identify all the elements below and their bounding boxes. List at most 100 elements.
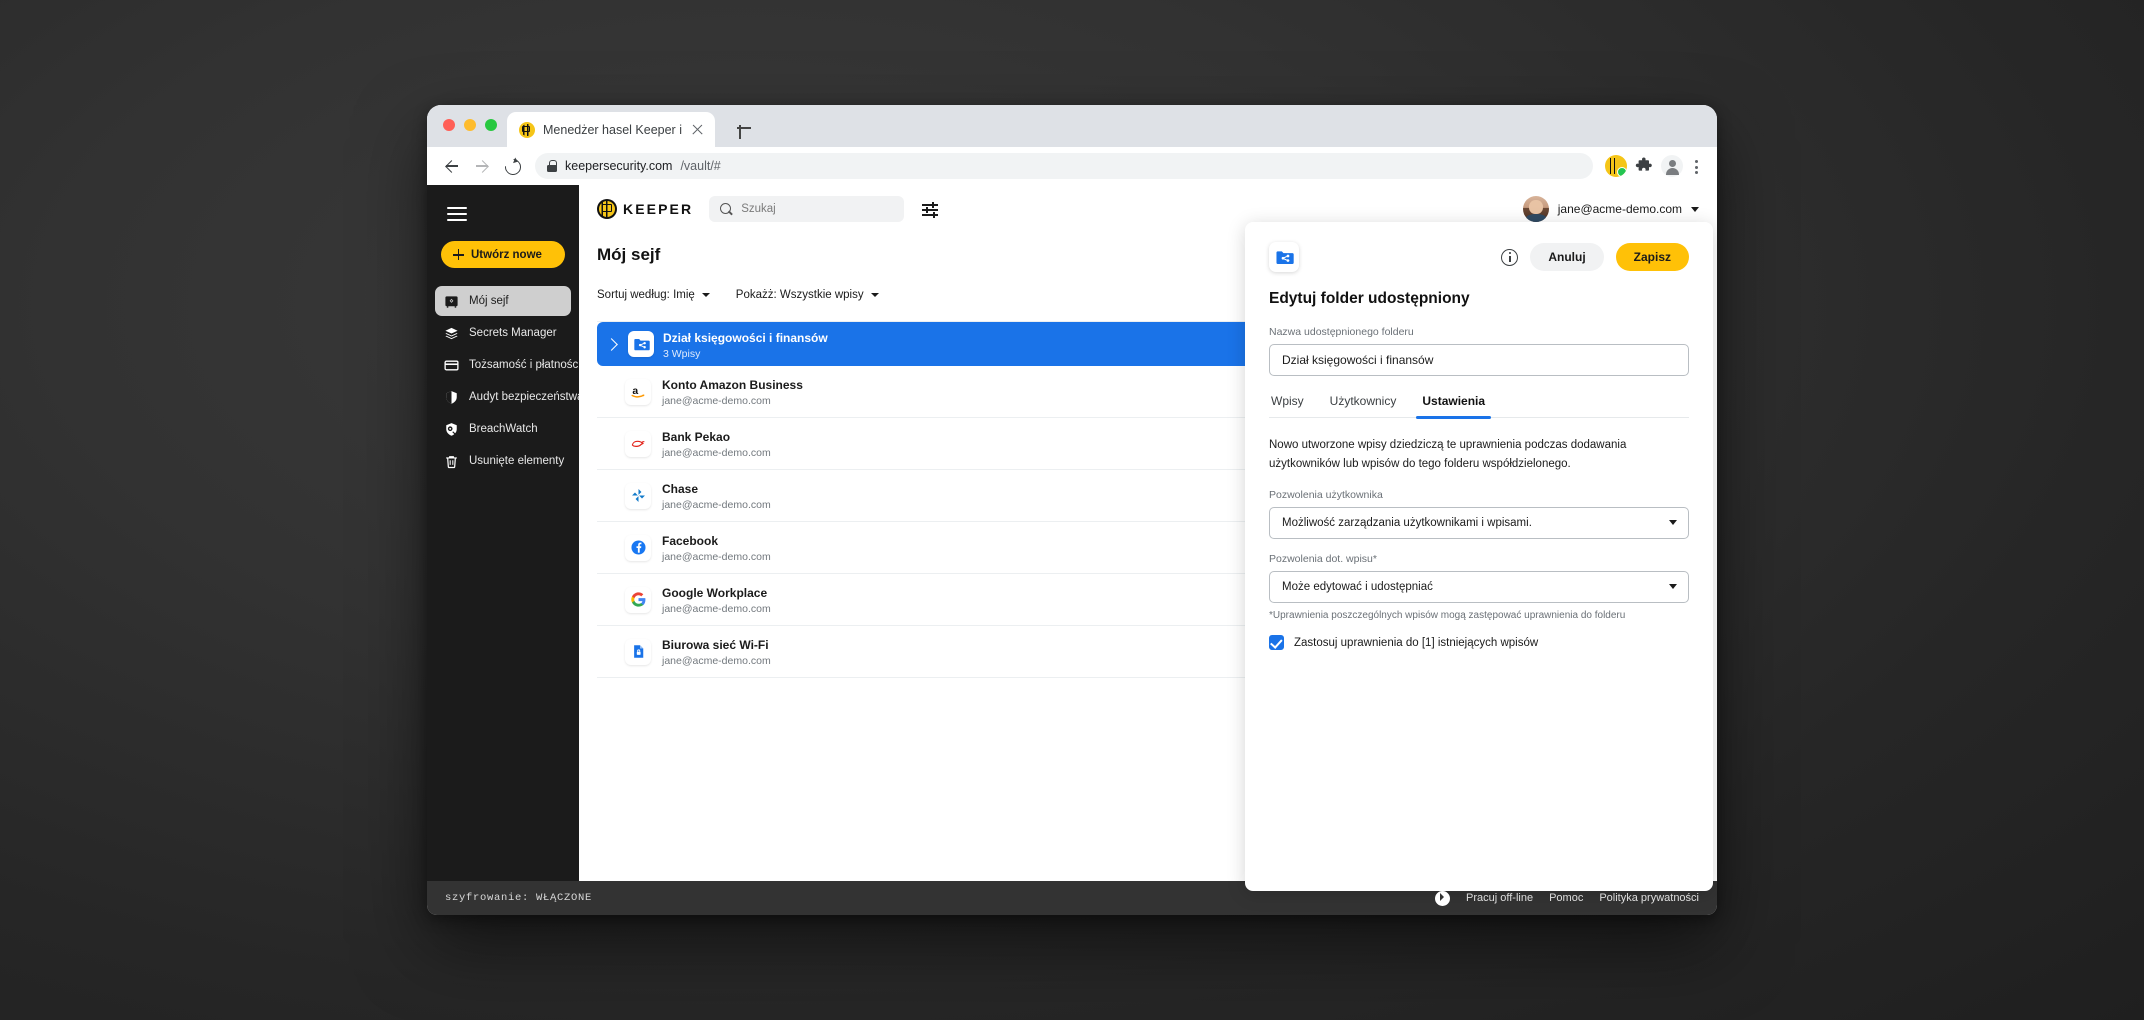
info-icon[interactable]	[1501, 248, 1519, 266]
sidebar-item-label: Tożsamość i płatności	[469, 359, 581, 371]
keeper-app: Utwórz nowe Mój sejf Secrets Manager Toż…	[427, 185, 1717, 891]
google-icon	[625, 586, 651, 613]
menu-toggle-icon[interactable]	[447, 207, 467, 221]
card-icon	[444, 358, 459, 373]
encryption-status: szyfrowanie: WŁĄCZONE	[445, 892, 593, 904]
avatar	[1522, 196, 1549, 222]
edit-shared-folder-panel: Anuluj Zapisz Edytuj folder udostępniony…	[1245, 222, 1713, 891]
save-button[interactable]: Zapisz	[1615, 243, 1689, 271]
cancel-button[interactable]: Anuluj	[1530, 243, 1604, 271]
sort-by-dropdown[interactable]: Sortuj według: Imię	[597, 289, 710, 301]
sort-by-label: Sortuj według: Imię	[597, 289, 695, 301]
reload-button[interactable]	[499, 153, 525, 179]
facebook-icon	[625, 534, 651, 561]
keeper-extension-icon[interactable]	[1605, 155, 1627, 177]
browser-tab[interactable]: Menedżer hasel Keeper i	[507, 112, 715, 147]
panel-title: Edytuj folder udostępniony	[1269, 290, 1470, 307]
layers-icon	[444, 326, 459, 341]
content-area: Mój sejf Sortuj według: Imię Pokażż: Wsz…	[579, 222, 1717, 891]
sidebar-item-label: Mój sejf	[469, 295, 509, 307]
shared-folder-icon	[1269, 242, 1299, 272]
tab-wpisy[interactable]: Wpisy	[1269, 394, 1306, 417]
panel-header: Anuluj Zapisz	[1269, 242, 1689, 272]
tab-ustawienia[interactable]: Ustawienia	[1416, 394, 1491, 419]
keeper-favicon	[519, 121, 535, 138]
new-tab-button[interactable]	[733, 117, 755, 139]
user-permission-label: Pozwolenia użytkownika	[1269, 489, 1383, 502]
sidebar-item-breachwatch[interactable]: BreachWatch	[435, 414, 571, 444]
shared-folder-icon	[628, 331, 654, 357]
user-permission-select[interactable]: Możliwość zarządzania użytkownikami i wp…	[1269, 507, 1689, 540]
breachwatch-icon	[444, 422, 459, 437]
search-icon	[720, 203, 732, 215]
entry-title: Facebook	[662, 534, 719, 548]
back-button[interactable]	[439, 153, 465, 179]
create-new-button[interactable]: Utwórz nowe	[441, 241, 565, 268]
show-filter-dropdown[interactable]: Pokażż: Wszystkie wpisy	[736, 289, 879, 301]
search-placeholder: Szukaj	[741, 203, 776, 215]
window-controls[interactable]	[443, 119, 497, 131]
entry-title: Biurowa sieć Wi-Fi	[662, 638, 769, 652]
panel-tabs: Wpisy Użytkownicy Ustawienia	[1269, 394, 1689, 419]
field-gap	[1269, 541, 1689, 553]
work-offline-link[interactable]: Pracuj off-line	[1466, 892, 1533, 904]
offline-bolt-icon	[1435, 890, 1451, 906]
entry-title: Chase	[662, 482, 699, 496]
tab-title: Menedżer hasel Keeper i	[543, 122, 682, 137]
browser-tab-strip: Menedżer hasel Keeper i	[427, 105, 1717, 147]
chrome-profile-icon[interactable]	[1661, 155, 1683, 177]
account-menu[interactable]: jane@acme-demo.com	[1522, 196, 1699, 222]
apply-permissions-checkbox[interactable]	[1269, 635, 1284, 651]
file-lock-icon	[625, 638, 651, 665]
maximize-window-button[interactable]	[485, 119, 497, 131]
filter-icon[interactable]	[922, 201, 939, 218]
sidebar-item-deleted-items[interactable]: Usunięte elementy	[435, 446, 571, 476]
chevron-down-icon	[1691, 206, 1699, 212]
user-permission-select-wrap: Możliwość zarządzania użytkownikami i wp…	[1269, 507, 1689, 540]
record-permission-select[interactable]: Może edytować i udostępniać	[1269, 571, 1689, 604]
trash-icon	[444, 454, 459, 469]
apply-permissions-checkbox-row[interactable]: Zastosuj uprawnienia do [1] istniejących…	[1269, 635, 1689, 651]
privacy-policy-link[interactable]: Polityka prywatności	[1599, 892, 1699, 904]
sidebar-item-label: Usunięte elementy	[469, 455, 565, 467]
chevron-down-icon	[870, 293, 879, 297]
close-window-button[interactable]	[443, 119, 455, 131]
vault-icon	[444, 294, 459, 309]
pekao-icon	[625, 430, 651, 457]
chevron-right-icon[interactable]	[605, 337, 618, 351]
address-bar[interactable]: keepersecurity.com/vault/#	[535, 153, 1593, 179]
keeper-logo-icon	[597, 199, 617, 219]
sidebar-item-label: Secrets Manager	[469, 327, 557, 339]
forward-button[interactable]	[469, 153, 495, 179]
record-permission-select-wrap: Może edytować i udostępniać	[1269, 571, 1689, 604]
entry-title: Konto Amazon Business	[662, 378, 803, 392]
sidebar-item-my-vault[interactable]: Mój sejf	[435, 286, 571, 316]
tab-uzytkownicy[interactable]: Użytkownicy	[1328, 394, 1399, 417]
help-link[interactable]: Pomoc	[1549, 892, 1583, 904]
sidebar-item-secrets-manager[interactable]: Secrets Manager	[435, 318, 571, 348]
search-input[interactable]: Szukaj	[709, 196, 905, 222]
sidebar-item-label: Audyt bezpieczeństwa	[469, 391, 584, 403]
folder-name-label: Nazwa udostępnionego folderu	[1269, 326, 1414, 338]
url-host: keepersecurity.com	[565, 159, 673, 173]
extensions-icon[interactable]	[1633, 155, 1655, 177]
account-email: jane@acme-demo.com	[1557, 202, 1682, 216]
amazon-icon: a	[625, 378, 651, 405]
footer-links: Pracuj off-line Pomoc Polityka prywatnoś…	[1435, 890, 1699, 906]
sidebar-item-security-audit[interactable]: Audyt bezpieczeństwa	[435, 382, 583, 412]
folder-name: Dział księgowości i finansów	[663, 330, 828, 345]
sidebar-item-label: BreachWatch	[469, 423, 538, 435]
keeper-logo: KEEPER	[597, 199, 693, 219]
entry-title: Google Workplace	[662, 586, 768, 600]
sidebar-item-identity-payments[interactable]: Tożsamość i płatności	[435, 350, 581, 380]
folder-name-input[interactable]	[1269, 344, 1689, 376]
url-path: /vault/#	[680, 159, 721, 173]
permissions-footnote: *Uprawnienia poszczególnych wpisów mogą …	[1269, 610, 1626, 622]
chrome-menu-icon[interactable]	[1687, 155, 1705, 177]
keeper-logo-text: KEEPER	[623, 201, 694, 217]
chevron-down-icon	[701, 293, 710, 297]
settings-description: Nowo utworzone wpisy dziedziczą te upraw…	[1269, 439, 1627, 470]
minimize-window-button[interactable]	[464, 119, 476, 131]
main-area: KEEPER Szukaj jane@acme-demo.com Mój sej…	[579, 185, 1717, 891]
close-tab-icon[interactable]	[690, 122, 705, 137]
